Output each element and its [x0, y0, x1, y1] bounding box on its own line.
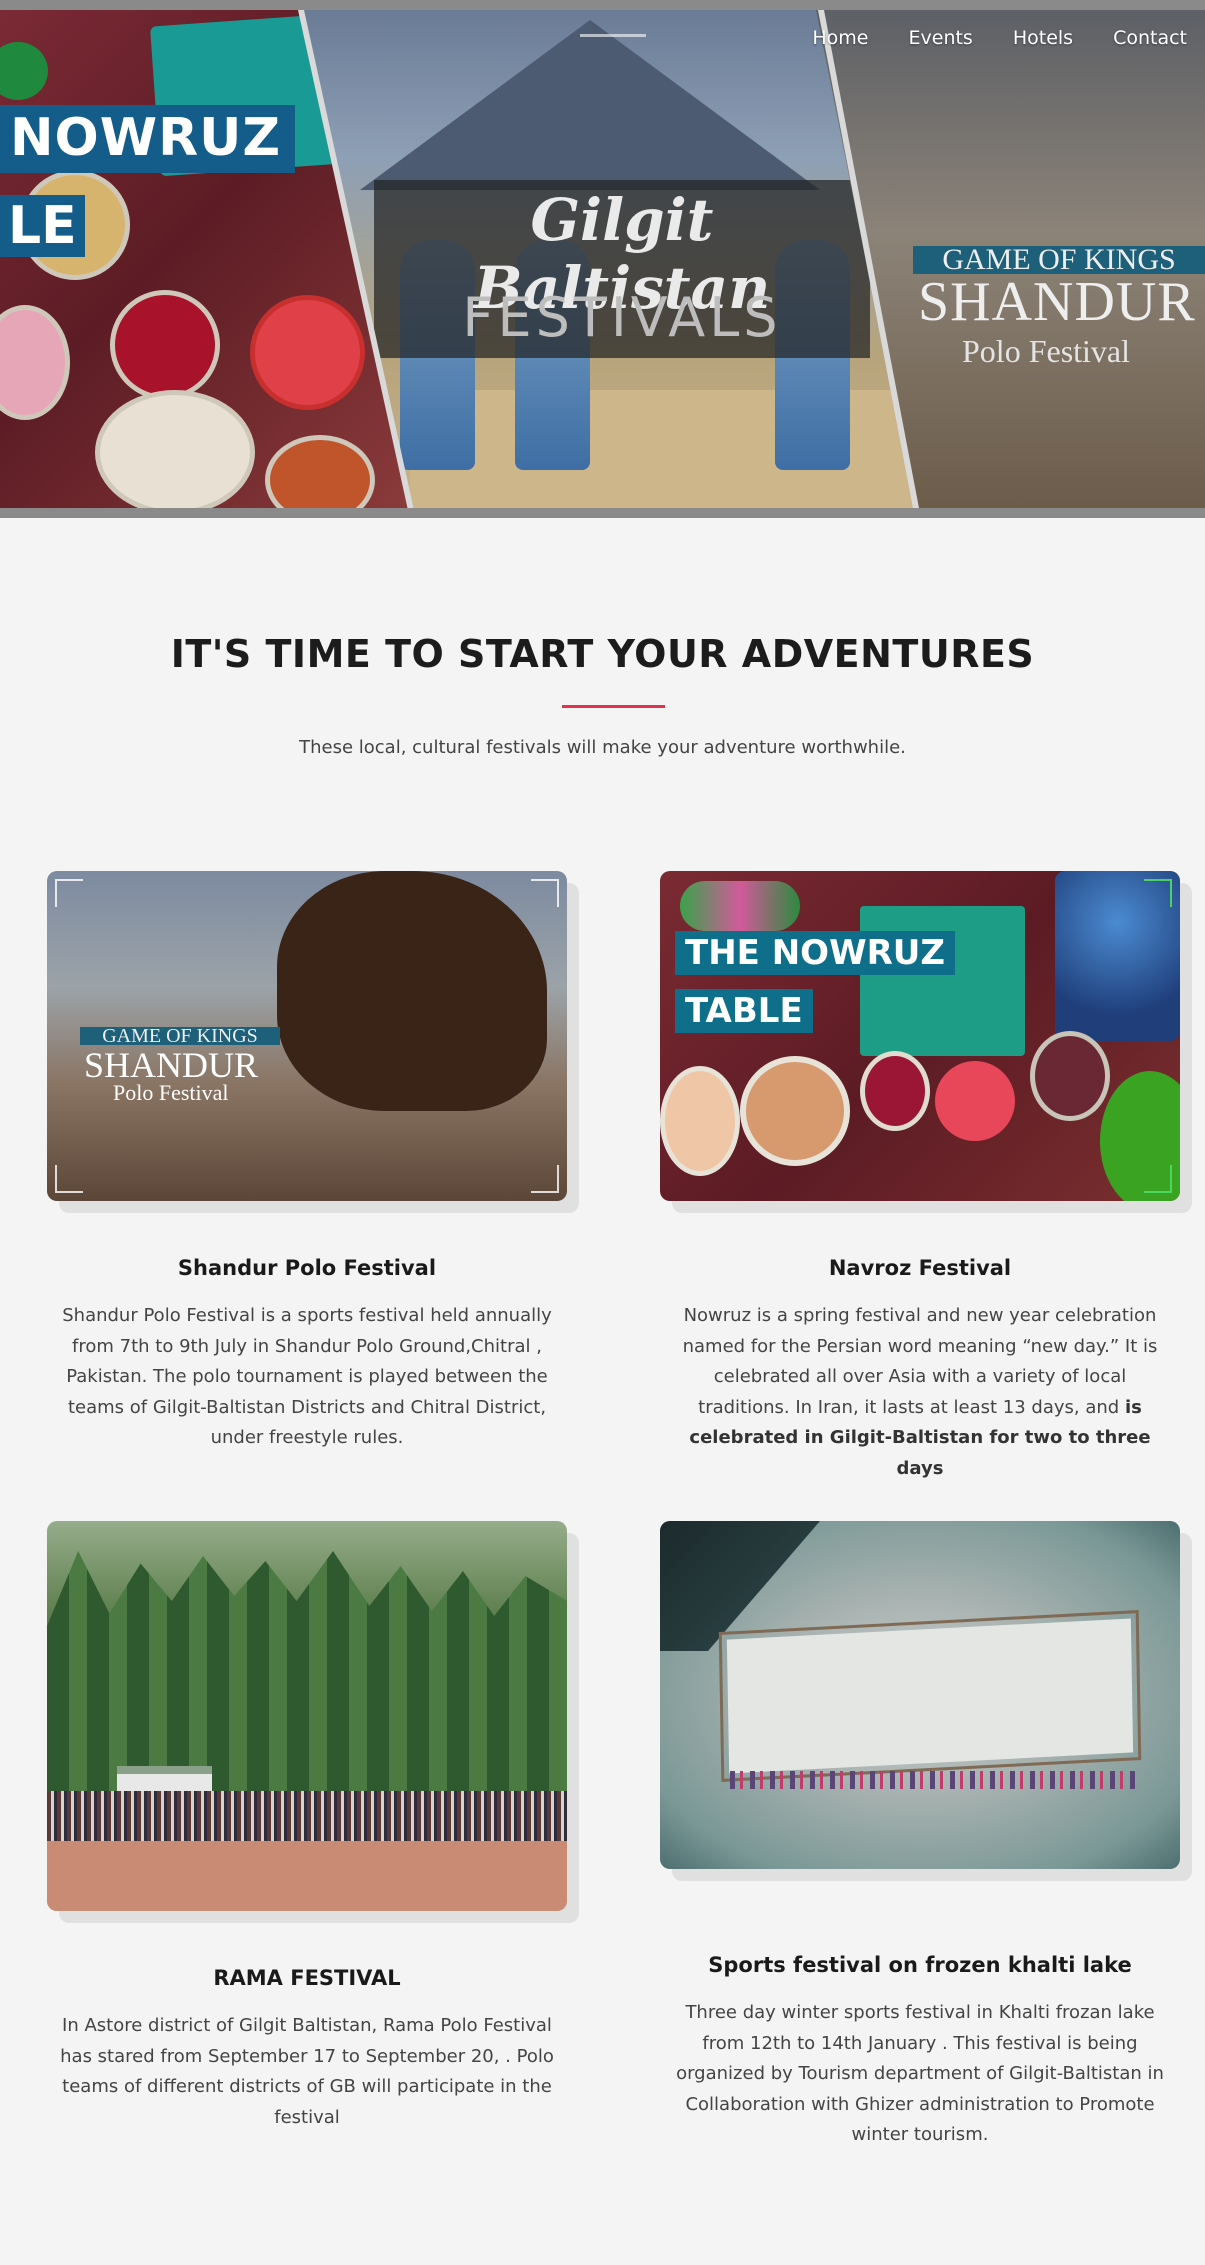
- decorative-egg: [0, 42, 48, 100]
- decorative-plate: [1030, 1031, 1110, 1121]
- frame-corner: [531, 1165, 559, 1193]
- decorative-bowl: [265, 435, 375, 508]
- festival-description: Three day winter sports festival in Khal…: [676, 2002, 1164, 2145]
- decorative-apple: [935, 1061, 1015, 1141]
- festival-description: Nowruz is a spring festival and new year…: [660, 1301, 1180, 1484]
- nav-link-home[interactable]: Home: [812, 27, 868, 49]
- festival-card-navroz: THE NOWRUZ TABLE Navroz Festival Nowruz …: [660, 871, 1180, 1479]
- nav-link-events[interactable]: Events: [909, 27, 973, 49]
- decorative-eggs: [680, 881, 800, 931]
- nav-link-contact[interactable]: Contact: [1113, 27, 1187, 49]
- section-title: IT'S TIME TO START YOUR ADVENTURES: [170, 632, 1035, 676]
- hero-nowruz-tag-2: LE: [0, 195, 85, 257]
- image-tag-line-1: THE NOWRUZ: [675, 931, 956, 975]
- festival-description-plain: Nowruz is a spring festival and new year…: [682, 1305, 1158, 1418]
- decorative-spectators: [730, 1771, 1140, 1789]
- image-subtitle: Polo Festival: [113, 1080, 229, 1105]
- frame-corner: [531, 879, 559, 907]
- hero-collage: NOWRUZ LE Gilgit Baltistan FESTIVALS GAM…: [0, 10, 1205, 508]
- decorative-forest: [47, 1551, 567, 1801]
- decorative-plate: [740, 1056, 850, 1166]
- festival-title: Shandur Polo Festival: [177, 1256, 437, 1280]
- section-subtitle: These local, cultural festivals will mak…: [299, 737, 906, 758]
- festival-title: RAMA FESTIVAL: [213, 1966, 401, 1990]
- section-divider: [562, 705, 665, 708]
- festival-image-rama[interactable]: [47, 1521, 567, 1911]
- decorative-ground: [410, 390, 930, 508]
- decorative-bowl: [110, 290, 220, 400]
- decorative-mountain: [360, 20, 820, 190]
- festival-description: In Astore district of Gilgit Baltistan, …: [60, 2015, 554, 2128]
- festival-description: Shandur Polo Festival is a sports festiv…: [62, 1305, 552, 1448]
- hero-shandur-title: SHANDUR: [918, 271, 1196, 333]
- festival-image-navroz[interactable]: THE NOWRUZ TABLE: [660, 871, 1180, 1201]
- decorative-rink-border: [718, 1610, 1142, 1782]
- hero-banner: NOWRUZ LE Gilgit Baltistan FESTIVALS GAM…: [0, 0, 1205, 518]
- decorative-polo-field: [47, 1841, 567, 1911]
- frame-corner: [55, 1165, 83, 1193]
- decorative-plate: [95, 390, 255, 508]
- decorative-plate: [860, 1051, 930, 1131]
- decorative-horse: [277, 871, 547, 1111]
- decorative-crowd: [47, 1791, 567, 1841]
- hero-shandur-subtitle: Polo Festival: [962, 333, 1131, 369]
- hero-subtitle: FESTIVALS: [462, 286, 782, 349]
- nav-link-hotels[interactable]: Hotels: [1013, 27, 1073, 49]
- main-nav: Home Events Hotels Contact: [812, 27, 1187, 49]
- festival-title: Navroz Festival: [828, 1256, 1012, 1280]
- festival-card-rama: RAMA FESTIVAL In Astore district of Gilg…: [47, 1521, 567, 2128]
- decorative-plate: [660, 1066, 740, 1176]
- image-tag-line-2: TABLE: [675, 989, 813, 1033]
- decorative-line: [580, 34, 646, 37]
- festival-image-shandur[interactable]: GAME OF KINGS SHANDUR Polo Festival: [47, 871, 567, 1201]
- frame-corner: [1144, 879, 1172, 907]
- hero-nowruz-tag: NOWRUZ: [0, 105, 296, 173]
- festival-title: Sports festival on frozen khalti lake: [708, 1953, 1132, 1977]
- frame-corner: [55, 879, 83, 907]
- decorative-apple: [250, 295, 365, 410]
- festival-card-khalti-lake: Sports festival on frozen khalti lake Th…: [660, 1521, 1180, 2145]
- decorative-cloth: [860, 906, 1025, 1056]
- festival-card-shandur: GAME OF KINGS SHANDUR Polo Festival Shan…: [47, 871, 567, 1448]
- hero-shandur-kicker: GAME OF KINGS: [913, 245, 1205, 275]
- frame-corner: [1144, 1165, 1172, 1193]
- festival-image-khalti-lake[interactable]: [660, 1521, 1180, 1869]
- decorative-bowl: [0, 305, 70, 420]
- image-kicker: GAME OF KINGS: [80, 1026, 280, 1046]
